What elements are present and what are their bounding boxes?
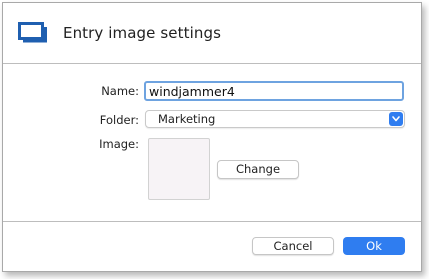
folder-selected-value: Marketing [158, 112, 216, 126]
header-divider [3, 63, 421, 64]
chevron-down-icon[interactable] [389, 112, 403, 126]
image-label: Image: [99, 137, 139, 151]
dialog-title: Entry image settings [63, 24, 221, 42]
image-preview [148, 138, 210, 200]
folder-select[interactable]: Marketing [145, 110, 405, 128]
entry-image-settings-dialog: Entry image settings Name: Folder: Marke… [2, 2, 422, 272]
ok-button[interactable]: Ok [343, 237, 405, 255]
footer-divider [3, 221, 421, 222]
change-image-button[interactable]: Change [217, 160, 299, 179]
name-label: Name: [101, 84, 139, 98]
cancel-button[interactable]: Cancel [252, 237, 334, 255]
window-icon [18, 22, 48, 44]
dialog-header: Entry image settings [3, 3, 421, 63]
folder-label: Folder: [99, 113, 139, 127]
name-input[interactable] [144, 81, 404, 101]
